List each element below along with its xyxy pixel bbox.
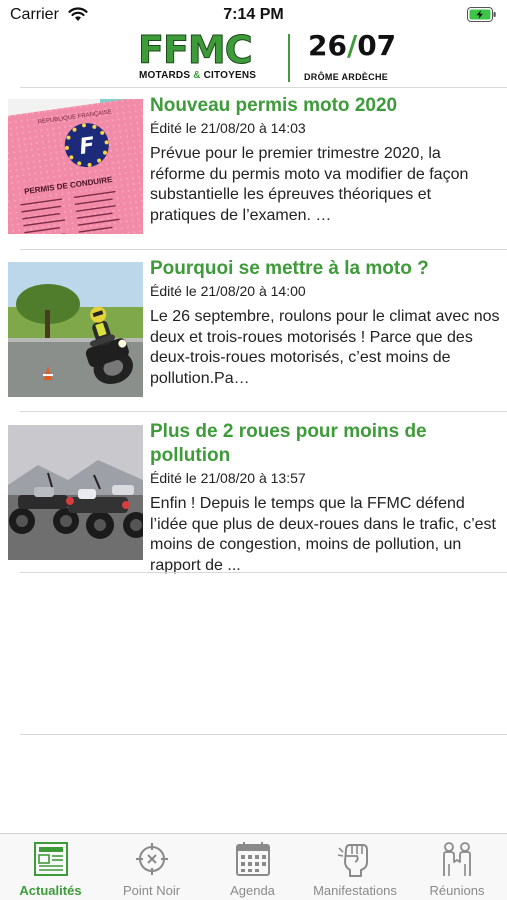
news-title: Pourquoi se mettre à la moto ?	[150, 258, 429, 279]
news-date: Édité le 21/08/20 à 14:03	[150, 120, 306, 136]
logo-title: FFMC	[138, 28, 254, 72]
news-item-permis[interactable]: F RÉPUBLIQUE FRANÇAISE PERMIS DE CONDUIR…	[0, 95, 507, 249]
crosshair-icon	[132, 840, 172, 878]
logo-region: DRÔME ARDÈCHE	[304, 72, 389, 82]
tab-label: Manifestations	[313, 883, 397, 898]
news-title: Plus de 2 roues pour moins de pollution	[150, 421, 427, 466]
ffmc-logo: FFMC MOTARDS & CITOYENS 26/07 DRÔME ARDÈ…	[138, 28, 400, 84]
list-separator	[20, 572, 507, 573]
news-excerpt: Le 26 septembre, roulons pour le climat …	[150, 308, 500, 387]
people-icon	[437, 840, 477, 878]
news-thumbnail: F RÉPUBLIQUE FRANÇAISE PERMIS DE CONDUIR…	[8, 99, 143, 234]
tab-bar: Actualités Point Noir Agenda Manifestati…	[0, 833, 507, 900]
list-separator	[20, 411, 507, 412]
tab-reunions[interactable]: Réunions	[407, 834, 507, 900]
tab-agenda[interactable]: Agenda	[202, 834, 303, 900]
tab-manifestations[interactable]: Manifestations	[303, 834, 407, 900]
list-separator	[20, 87, 507, 88]
news-date: Édité le 21/08/20 à 13:57	[150, 470, 306, 486]
logo-divider	[288, 34, 290, 82]
news-date: Édité le 21/08/20 à 14:00	[150, 283, 306, 299]
status-time: 7:14 PM	[223, 6, 284, 23]
news-item-moto[interactable]: Pourquoi se mettre à la moto ? Édité le …	[0, 258, 507, 412]
list-separator	[20, 249, 507, 250]
battery-charging-icon	[467, 7, 497, 27]
news-title: Nouveau permis moto 2020	[150, 95, 398, 116]
tab-label: Réunions	[429, 883, 485, 898]
raised-fist-icon	[335, 840, 375, 878]
news-item-pollution[interactable]: Plus de 2 roues pour moins de pollution …	[0, 421, 507, 575]
list-separator	[20, 734, 507, 735]
news-excerpt: Prévue pour le premier trimestre 2020, l…	[150, 145, 469, 224]
calendar-icon	[233, 840, 273, 878]
news-thumbnail	[8, 262, 143, 397]
logo-department-numbers: 26/07	[308, 29, 397, 62]
news-thumbnail	[8, 425, 143, 560]
app-header: FFMC MOTARDS & CITOYENS 26/07 DRÔME ARDÈ…	[0, 28, 507, 86]
status-bar: Carrier 7:14 PM	[0, 0, 507, 30]
news-excerpt: Enfin ! Depuis le temps que la FFMC défe…	[150, 495, 496, 574]
tab-label: Actualités	[19, 883, 82, 898]
logo-subtitle: MOTARDS & CITOYENS	[139, 70, 257, 81]
tab-actualites[interactable]: Actualités	[0, 834, 101, 900]
tab-label: Agenda	[230, 883, 275, 898]
tab-label: Point Noir	[122, 883, 181, 898]
newspaper-icon	[31, 840, 71, 878]
tab-point-noir[interactable]: Point Noir	[101, 834, 202, 900]
